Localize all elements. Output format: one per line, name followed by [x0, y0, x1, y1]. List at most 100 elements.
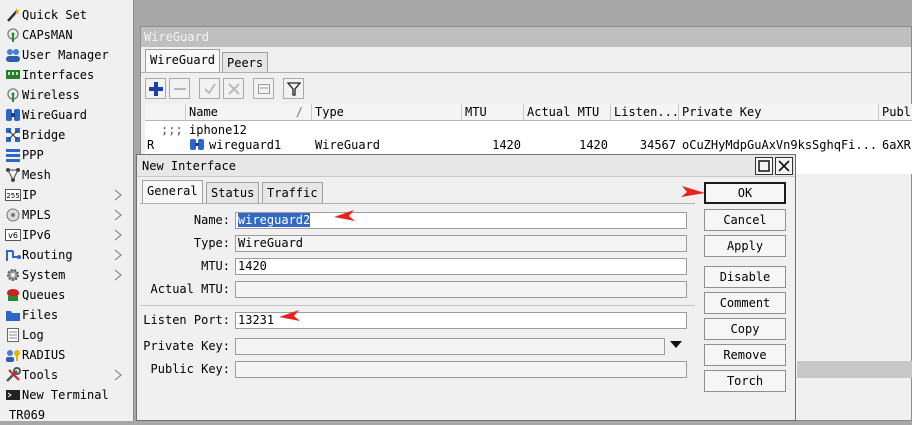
sidebar-item-label: Quick Set [22, 8, 88, 22]
sidebar-item-new-terminal[interactable]: New Terminal [0, 385, 133, 405]
submenu-arrow-icon [114, 269, 122, 281]
sidebar-item-queues[interactable]: Queues [0, 285, 133, 305]
wireless-icon [4, 87, 21, 103]
sidebar-item-label: Routing [22, 248, 73, 262]
sidebar-item-log[interactable]: Log [0, 325, 133, 345]
mesh-icon [4, 167, 21, 183]
submenu-arrow-icon [114, 249, 122, 261]
column-header-type[interactable]: Type [312, 104, 462, 121]
sidebar-menu: Quick Set CAPsMAN User Manager Interface… [0, 0, 134, 422]
row-listen-port: 34567 [639, 138, 676, 152]
close-button[interactable] [775, 157, 793, 175]
remove-button[interactable] [169, 78, 190, 99]
ip-icon-text: 255 [6, 192, 19, 200]
sidebar-item-mesh[interactable]: Mesh [0, 165, 133, 185]
name-field[interactable]: wireguard2 [235, 212, 687, 229]
sidebar-item-tools[interactable]: Tools [0, 365, 133, 385]
cancel-button[interactable]: Cancel [704, 209, 786, 231]
queues-icon [4, 287, 21, 303]
filter-button[interactable] [283, 78, 304, 99]
row-actual-mtu: 1420 [579, 138, 608, 152]
sidebar-item-system[interactable]: System [0, 265, 133, 285]
sidebar-item-files[interactable]: Files [0, 305, 133, 325]
comment-prefix: ;;; [161, 123, 183, 137]
sidebar-item-quick-set[interactable]: Quick Set [0, 5, 133, 25]
column-header-flags [145, 104, 186, 121]
antenna-icon [4, 27, 21, 43]
row-type: WireGuard [315, 138, 381, 152]
comment-button[interactable]: Comment [704, 292, 786, 314]
sidebar-item-label: RADIUS [22, 348, 66, 362]
sidebar-item-ip[interactable]: 255 IP [0, 185, 133, 205]
sidebar-item-wireless[interactable]: Wireless [0, 85, 133, 105]
window-title[interactable]: WireGuard [141, 27, 911, 47]
apply-button[interactable]: Apply [704, 235, 786, 257]
type-label: Type: [193, 236, 230, 250]
ip-icon: 255 [4, 187, 21, 203]
sidebar-item-label: PPP [22, 148, 44, 162]
copy-button[interactable]: Copy [704, 318, 786, 340]
sort-indicator: / [295, 105, 303, 119]
add-icon [148, 81, 163, 96]
sidebar-item-bridge[interactable]: Bridge [0, 125, 133, 145]
sidebar-item-ipv6[interactable]: v6 IPv6 [0, 225, 133, 245]
sidebar-item-tr069[interactable]: TR069 [0, 405, 133, 425]
column-header-listen-port[interactable]: Listen... [611, 104, 679, 121]
add-button[interactable] [145, 78, 166, 99]
ipv6-icon: v6 [4, 227, 21, 243]
sidebar-item-user-manager[interactable]: User Manager [0, 45, 133, 65]
tab-peers[interactable]: Peers [222, 52, 269, 72]
sidebar-item-label: Interfaces [22, 68, 95, 82]
sidebar-item-label: User Manager [22, 48, 109, 62]
sidebar-item-radius[interactable]: RADIUS [0, 345, 133, 365]
ok-button[interactable]: OK [704, 182, 786, 204]
sidebar-item-ppp[interactable]: PPP [0, 145, 133, 165]
listen-port-field[interactable]: 13231 [235, 312, 687, 329]
sidebar-item-label: System [22, 268, 66, 282]
column-header-mtu[interactable]: MTU [462, 104, 524, 121]
column-header-private-key[interactable]: Private Key [679, 104, 879, 121]
tab-traffic[interactable]: Traffic [262, 182, 323, 203]
remove-button[interactable]: Remove [704, 344, 786, 366]
tab-status[interactable]: Status [206, 182, 260, 203]
private-key-field[interactable] [235, 338, 665, 355]
comment-button[interactable] [253, 78, 274, 99]
disable-button[interactable]: Disable [704, 266, 786, 288]
annotation-arrow-icon [681, 186, 705, 197]
sidebar-item-mpls[interactable]: MPLS [0, 205, 133, 225]
log-icon [4, 327, 21, 343]
sidebar-item-routing[interactable]: Routing [0, 245, 133, 265]
dropdown-arrow-icon[interactable] [670, 341, 682, 349]
bridge-icon [4, 127, 21, 143]
sidebar-item-label: IPv6 [22, 228, 51, 242]
annotation-arrow-icon [279, 310, 300, 321]
dialog-titlebar[interactable]: New Interface [137, 155, 795, 177]
listen-port-label: Listen Port: [143, 313, 230, 327]
close-icon [778, 160, 790, 172]
sidebar-item-interfaces[interactable]: Interfaces [0, 65, 133, 85]
routing-icon [4, 247, 21, 263]
sidebar-item-label: MPLS [22, 208, 51, 222]
sidebar-item-wireguard[interactable]: WireGuard [0, 105, 133, 125]
actual-mtu-field [235, 281, 687, 298]
torch-button[interactable]: Torch [704, 370, 786, 392]
name-value: wireguard2 [238, 213, 311, 227]
status-strip [797, 361, 912, 378]
tab-divider [140, 203, 695, 204]
maximize-button[interactable] [755, 157, 773, 175]
sidebar-item-capsman[interactable]: CAPsMAN [0, 25, 133, 45]
tab-general[interactable]: General [142, 180, 203, 203]
comment-icon [257, 83, 270, 94]
mtu-field[interactable]: 1420 [235, 258, 687, 275]
submenu-arrow-icon [114, 229, 122, 241]
disable-button[interactable] [223, 78, 244, 99]
sidebar-item-label: Tools [22, 368, 59, 382]
sidebar-item-label: New Terminal [22, 388, 109, 402]
column-header-actual-mtu[interactable]: Actual MTU [524, 104, 611, 121]
tab-wireguard[interactable]: WireGuard [145, 49, 221, 72]
gear-icon [4, 267, 21, 283]
column-header-name[interactable]: Name / [186, 104, 312, 121]
column-header-public-key[interactable]: Publi [879, 104, 912, 121]
interfaces-icon [4, 67, 21, 83]
enable-button[interactable] [199, 78, 220, 99]
